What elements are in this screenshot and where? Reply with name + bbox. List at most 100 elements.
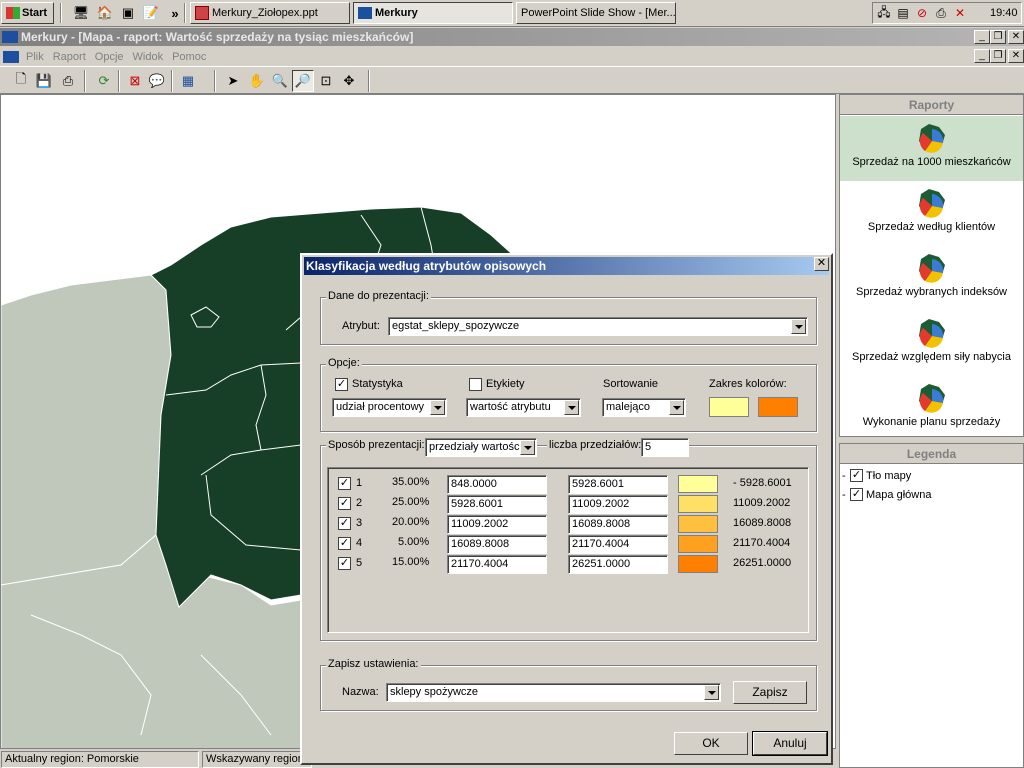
legend-panel: Legenda - ✓ Tło mapy - ✓ Mapa główna — [839, 443, 1024, 768]
interval-from-input[interactable]: 16089.8008 — [447, 535, 547, 554]
dropdown-arrow-icon[interactable] — [791, 319, 806, 334]
statistics-checkbox[interactable]: ✓ — [335, 378, 348, 391]
settings-name-select[interactable]: sklepy spożywcze — [386, 683, 721, 702]
legend-header: Legenda — [840, 444, 1023, 464]
menu-plik[interactable]: Plik — [26, 51, 44, 63]
network-icon[interactable]: 🖧 — [876, 5, 892, 21]
intervals-list: ✓ 1 35.00% 848.0000 5928.6001 - 5928.600… — [327, 467, 809, 633]
disconnected-network-icon[interactable]: ✕ — [952, 5, 968, 21]
dropdown-arrow-icon[interactable] — [430, 400, 445, 415]
interval-color-swatch[interactable] — [678, 515, 718, 533]
report-item-per-1000[interactable]: Sprzedaż na 1000 mieszkańców — [840, 116, 1023, 181]
interval-color-swatch[interactable] — [678, 535, 718, 553]
show-desktop-icon[interactable]: 🖥 — [72, 4, 90, 22]
interval-checkbox[interactable]: ✓ — [338, 557, 351, 570]
task-merkury[interactable]: Merkury — [353, 2, 513, 24]
doc-close-button[interactable]: ✕ — [1008, 49, 1024, 63]
doc-restore-button[interactable]: ❐ — [990, 49, 1006, 63]
printer-tray-icon[interactable]: ⎙ — [933, 5, 949, 21]
interval-number: 1 — [356, 477, 363, 489]
menu-pomoc[interactable]: Pomoc — [172, 51, 206, 63]
report-item-sales-plan[interactable]: Wykonanie planu sprzedaży — [840, 376, 1023, 441]
close-button[interactable]: ✕ — [1008, 30, 1024, 44]
menu-widok[interactable]: Widok — [133, 51, 164, 63]
windows-logo-icon — [6, 7, 20, 19]
labels-select[interactable]: wartość atrybutu — [466, 398, 581, 417]
interval-from-input[interactable]: 21170.4004 — [447, 555, 547, 574]
interval-color-swatch[interactable] — [678, 495, 718, 513]
method-select[interactable]: przedziały wartości — [425, 438, 537, 457]
dropdown-arrow-icon[interactable] — [704, 685, 719, 700]
cancel-button[interactable]: Anuluj — [752, 731, 828, 756]
refresh-icon[interactable]: ⟳ — [93, 70, 115, 92]
delete-report-icon[interactable]: ⊠ — [124, 70, 146, 92]
interval-checkbox[interactable]: ✓ — [338, 517, 351, 530]
save-settings-group: Zapisz ustawienia: Nazwa: sklepy spożywc… — [320, 658, 817, 711]
interval-to-input[interactable]: 5928.6001 — [568, 475, 668, 494]
menu-opcje[interactable]: Opcje — [95, 51, 124, 63]
interval-checkbox[interactable]: ✓ — [338, 537, 351, 550]
interval-checkbox[interactable]: ✓ — [338, 477, 351, 490]
pointer-tool-icon[interactable]: ➤ — [222, 70, 244, 92]
background-layer-checkbox[interactable]: ✓ — [850, 469, 863, 482]
comment-icon[interactable]: 💬 — [146, 70, 168, 92]
interval-percent: 35.00% — [392, 476, 430, 488]
dialog-close-icon[interactable]: ✕ — [814, 257, 829, 271]
task-slideshow[interactable]: PowerPoint Slide Show - [Mer... — [516, 2, 676, 24]
interval-color-swatch[interactable] — [678, 555, 718, 573]
labels-checkbox[interactable] — [469, 378, 482, 391]
restore-button[interactable]: ❐ — [990, 30, 1006, 44]
interval-to-input[interactable]: 21170.4004 — [568, 535, 668, 554]
command-prompt-icon[interactable]: ▣ — [119, 4, 137, 22]
dropdown-arrow-icon[interactable] — [564, 400, 579, 415]
zoom-out-icon[interactable]: 🔎 — [292, 70, 314, 92]
zoom-extent-icon[interactable]: ✥ — [338, 70, 360, 92]
start-button[interactable]: Start — [1, 2, 54, 24]
new-document-icon[interactable]: 🗋 — [10, 70, 32, 92]
interval-checkbox[interactable]: ✓ — [338, 497, 351, 510]
sorting-select[interactable]: malejąco — [602, 398, 686, 417]
dropdown-arrow-icon[interactable] — [669, 400, 684, 415]
powerpoint-icon — [195, 6, 209, 20]
statistics-select[interactable]: udział procentowy — [332, 398, 447, 417]
zoom-in-icon[interactable]: 🔍 — [269, 70, 291, 92]
save-settings-button[interactable]: Zapisz — [733, 681, 807, 704]
interval-to-input[interactable]: 26251.0000 — [568, 555, 668, 574]
dropdown-arrow-icon[interactable] — [520, 440, 535, 455]
task-powerpoint-file[interactable]: Merkury_Ziołopex.ppt — [190, 2, 350, 24]
color-range-end-swatch[interactable] — [758, 397, 798, 417]
browser-icon[interactable]: 🏠 — [96, 4, 114, 22]
report-item-selected-indexes[interactable]: Sprzedaż wybranych indeksów — [840, 246, 1023, 311]
interval-from-input[interactable]: 848.0000 — [447, 475, 547, 494]
pan-hand-icon[interactable]: ✋ — [246, 70, 268, 92]
menu-raport[interactable]: Raport — [53, 51, 86, 63]
interval-to-input[interactable]: 11009.2002 — [568, 495, 668, 514]
report-item-purchasing-power[interactable]: Sprzedaż względem siły nabycia — [840, 311, 1023, 376]
attribute-label: Atrybut: — [342, 320, 380, 332]
antivirus-icon[interactable]: ⊘ — [914, 5, 930, 21]
print-icon[interactable]: ⎙ — [57, 70, 79, 92]
zoom-window-icon[interactable]: ⊡ — [315, 70, 337, 92]
report-item-by-client[interactable]: Sprzedaż według klientów — [840, 181, 1023, 246]
interval-to-input[interactable]: 16089.8008 — [568, 515, 668, 534]
main-map-layer-checkbox[interactable]: ✓ — [850, 488, 863, 501]
report-label: Sprzedaż wybranych indeksów — [855, 286, 1008, 298]
save-icon[interactable]: 💾 — [33, 70, 55, 92]
interval-from-input[interactable]: 5928.6001 — [447, 495, 547, 514]
table-view-icon[interactable]: ▦ — [177, 70, 199, 92]
tree-collapse-icon[interactable]: - — [842, 470, 850, 482]
map-neighbor-region — [1, 274, 172, 586]
interval-count-input[interactable]: 5 — [641, 438, 689, 457]
attribute-select[interactable]: egstat_sklepy_spozywcze — [388, 317, 808, 336]
interval-from-input[interactable]: 11009.2002 — [447, 515, 547, 534]
doc-minimize-button[interactable]: _ — [974, 49, 990, 63]
monitor-icon[interactable]: ▤ — [895, 5, 911, 21]
minimize-button[interactable]: _ — [974, 30, 990, 44]
tree-collapse-icon[interactable]: - — [842, 489, 850, 501]
interval-color-swatch[interactable] — [678, 475, 718, 493]
notepad-icon[interactable]: 📝 — [142, 4, 160, 22]
quick-launch-chevron[interactable]: » — [166, 4, 184, 22]
ok-button[interactable]: OK — [674, 732, 748, 755]
color-range-start-swatch[interactable] — [709, 397, 749, 417]
dialog-title: Klasyfikacja według atrybutów opisowych — [306, 259, 547, 273]
